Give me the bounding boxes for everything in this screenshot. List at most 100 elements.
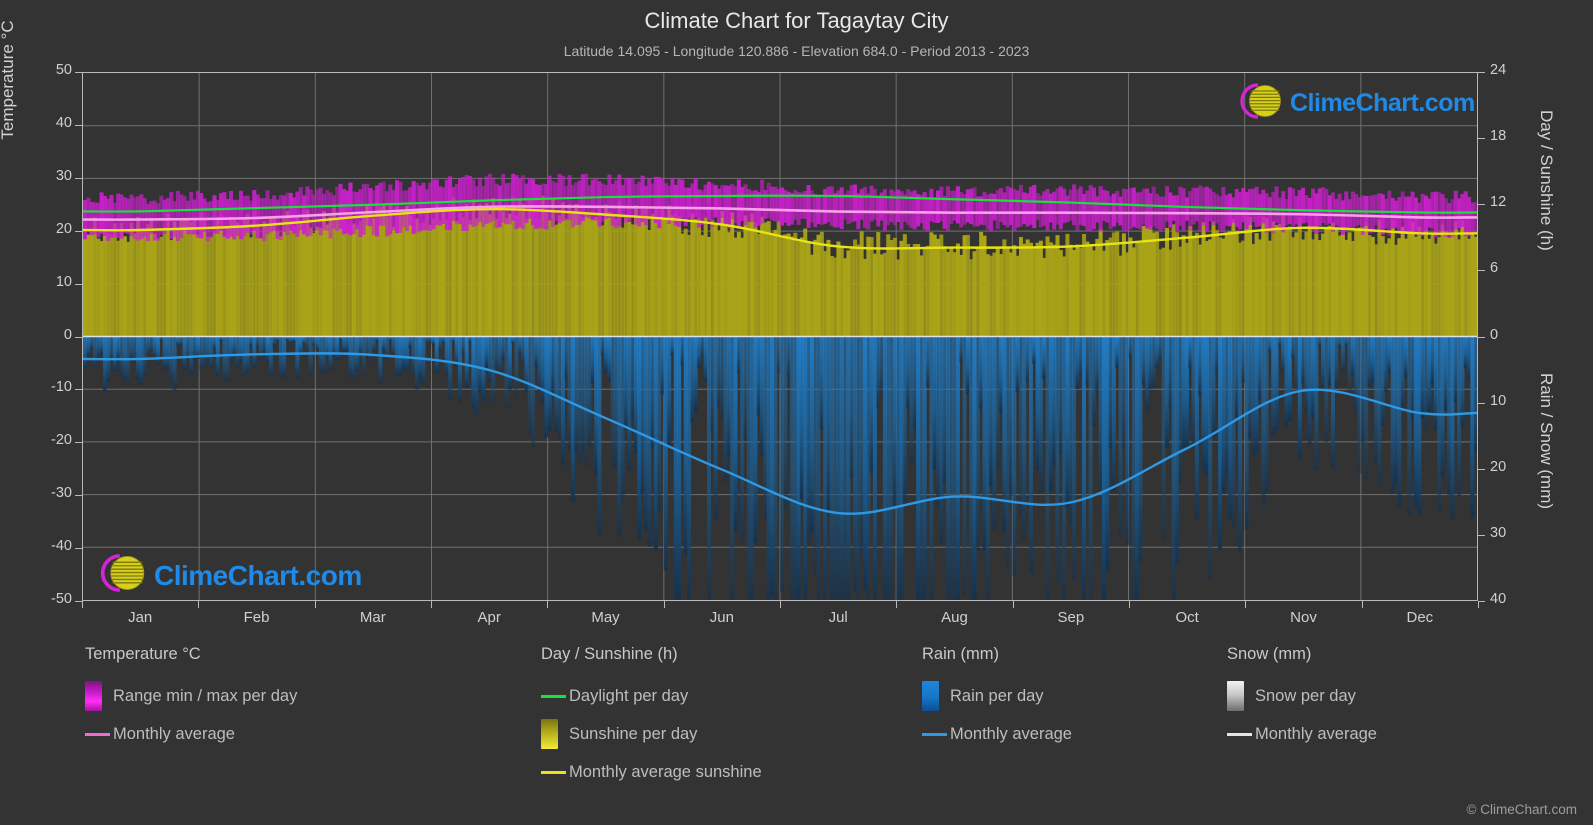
axis-tick-mark [75,495,82,497]
legend-item[interactable]: Daylight per day [541,677,762,715]
y-axis-right-top-tick: 24 [1490,62,1507,78]
legend-item[interactable]: Monthly average [922,715,1072,753]
legend-line-swatch [1227,732,1252,736]
legend-line-icon [541,770,569,774]
watermark-logo-top: ClimeChart.com [1232,80,1475,127]
y-axis-left-tick: 30 [55,167,72,184]
x-axis-tick-mark [198,601,200,608]
y-axis-right-bottom-label: Rain / Snow (mm) [1537,373,1556,510]
legend-item[interactable]: Monthly average [1227,715,1377,753]
x-axis-tick-apr: Apr [477,609,501,626]
y-axis-right-top-label: Day / Sunshine (h) [1537,110,1556,251]
axis-tick-mark [75,389,82,391]
legend-heading: Snow (mm) [1227,645,1312,663]
legend-label: Snow per day [1255,686,1356,705]
axis-tick-mark [1478,138,1485,140]
axis-tick-mark [1478,468,1485,470]
axis-tick-mark [75,72,82,73]
y-axis-right-top-tick: 12 [1490,194,1507,211]
axis-tick-mark [75,230,82,232]
x-axis-tick-jun: Jun [709,609,734,626]
legend-label: Monthly average [113,724,235,743]
axis-tick-mark [75,548,82,550]
legend-label: Sunshine per day [569,724,698,743]
watermark-logo-text: ClimeChart.com [1290,89,1475,117]
x-axis-tick-nov: Nov [1290,609,1317,626]
y-axis-right-bottom-tick: 40 [1490,591,1507,607]
legend-column-temperature-c: Temperature °C Range min / max per day Mon… [85,645,297,753]
y-axis-right-top-tick: 6 [1490,260,1499,277]
legend-swatch-icon [1227,681,1244,711]
legend-column-rain-mm: Rain (mm) Rain per day Monthly average [922,645,1072,753]
y-axis-left-tick: 40 [55,114,72,131]
page-title: Climate Chart for Tagaytay City [644,8,949,33]
x-axis-tick-mar: Mar [359,609,386,626]
x-axis-tick-feb: Feb [243,609,270,626]
legend-column-day-sunshine-h: Day / Sunshine (h) Daylight per day Sunshi… [541,645,762,791]
x-axis-tick-mark [663,601,665,608]
y-axis-right-bottom-tick: 30 [1490,524,1507,541]
axis-tick-mark [75,283,82,285]
legend-item[interactable]: Sunshine per day [541,715,762,753]
x-axis-tick-mark [314,601,316,608]
axis-tick-mark [1478,601,1485,602]
legend-item[interactable]: Range min / max per day [85,677,297,715]
climechart-logo-icon [1232,80,1290,127]
legend-line-icon [541,694,569,698]
y-axis-right-bottom-tick: 20 [1490,458,1507,475]
legend-heading: Day / Sunshine (h) [541,645,678,663]
legend-swatch-icon [922,681,939,711]
y-axis-left-tick: -10 [51,379,72,396]
legend-line-icon [85,732,113,736]
plot-area [82,72,1478,601]
legend-line-swatch [85,732,110,736]
x-axis-tick-aug: Aug [941,609,968,626]
x-axis-tick-mark [547,601,549,608]
x-axis-tick-sep: Sep [1057,609,1085,626]
y-axis-left-tick: 10 [55,273,72,290]
legend-item[interactable]: Snow per day [1227,677,1377,715]
watermark-logo-text: ClimeChart.com [154,559,362,591]
legend-heading: Temperature °C [85,645,201,663]
watermark-logo-bottom: ClimeChart.com [92,550,362,601]
copyright-text: © ClimeChart.com [1466,802,1577,817]
x-axis-tick-jul: Jul [828,609,848,626]
y-axis-left-tick: -40 [51,538,72,555]
axis-tick-mark [1478,402,1485,404]
legend-label: Range min / max per day [113,686,298,705]
chart-legend: Temperature °C Range min / max per day Mon… [0,645,1593,820]
legend-item[interactable]: Monthly average sunshine [541,753,762,791]
legend-line-icon [922,732,950,736]
legend-item[interactable]: Monthly average [85,715,297,753]
legend-item[interactable]: Rain per day [922,677,1072,715]
y-axis-right-top-tick: 0 [1490,326,1499,343]
x-axis-tick-mark [1129,601,1130,608]
legend-line-icon [1227,732,1255,736]
y-axis-left-tick: -50 [51,591,72,607]
legend-label: Rain per day [950,686,1044,705]
legend-label: Monthly average [1255,724,1377,743]
x-axis-tick-may: May [591,609,620,626]
climate-chart: Climate Chart for Tagaytay City Latitude… [0,0,1593,825]
legend-line-swatch [922,732,947,736]
y-axis-right-bottom-tick: 10 [1490,392,1507,409]
y-axis-right-top-tick: 18 [1490,128,1507,145]
climechart-logo-icon [92,550,154,601]
x-axis-tick-jan: Jan [128,609,153,626]
x-axis-tick-mark [1245,601,1247,608]
axis-tick-mark [75,336,82,338]
x-axis-tick-mark [896,601,898,608]
y-axis-left-tick: -20 [51,432,72,449]
legend-swatch-icon [541,719,558,749]
y-axis-left-tick: 50 [55,62,72,78]
axis-tick-mark [1478,204,1485,206]
legend-label: Daylight per day [569,686,689,705]
axis-tick-mark [1478,72,1485,73]
y-axis-left-label: Temperature °C [0,20,17,140]
legend-label: Monthly average sunshine [569,762,762,781]
axis-tick-mark [75,177,82,179]
axis-tick-mark [75,124,82,126]
legend-column-snow-mm: Snow (mm) Snow per day Monthly average [1227,645,1377,753]
x-axis-tick-mark [1361,601,1363,608]
x-axis-tick-mark [780,601,781,608]
